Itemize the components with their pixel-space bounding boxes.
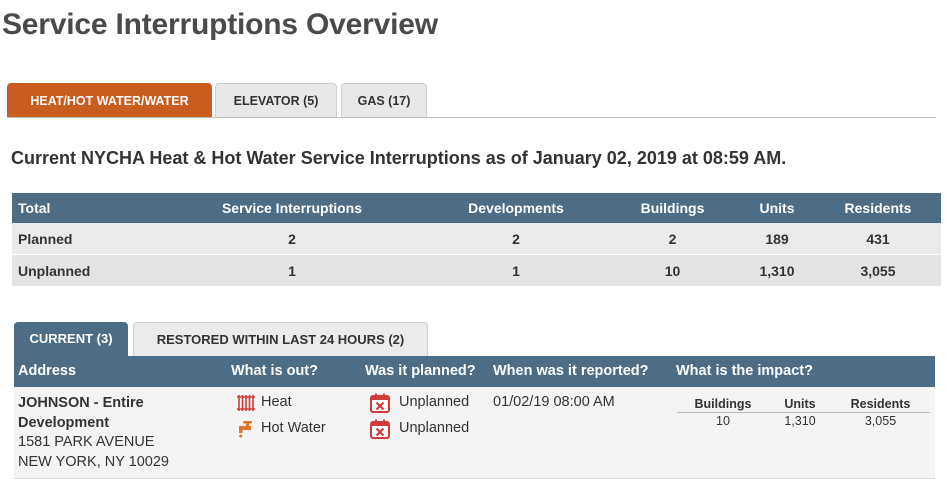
summary-cell: 431 xyxy=(815,223,941,255)
faucet-icon xyxy=(236,420,256,444)
summary-cell: 2 xyxy=(158,223,426,255)
calendar-x-icon xyxy=(370,393,390,420)
planned-label: Unplanned xyxy=(399,420,470,436)
tab-restored-within-24-hours[interactable]: RESTORED WITHIN LAST 24 HOURS (2) xyxy=(133,322,428,356)
summary-cell: 1 xyxy=(158,254,426,286)
summary-row-unplanned: Unplanned 1 1 10 1,310 3,055 xyxy=(12,254,941,286)
status-tabs: CURRENT (3) RESTORED WITHIN LAST 24 HOUR… xyxy=(14,322,941,356)
summary-cell: 10 xyxy=(606,254,739,286)
summary-header-row: Total Service Interruptions Developments… xyxy=(12,193,941,223)
impact-header-row: Buildings Units Residents xyxy=(677,397,930,413)
summary-cell: 2 xyxy=(606,223,739,255)
impact-residents-value: 3,055 xyxy=(864,414,897,428)
summary-header-residents: Residents xyxy=(815,193,941,223)
summary-cell: 1,310 xyxy=(739,254,815,286)
impact-units-value: 1,310 xyxy=(784,414,816,428)
tab-heat-hot-water-water[interactable]: HEAT/HOT WATER/WATER xyxy=(7,83,212,117)
summary-header-total: Total xyxy=(12,193,158,223)
detail-header-what-is-out: What is out? xyxy=(231,363,318,379)
development-name-line: JOHNSON - Entire xyxy=(18,395,144,411)
development-name-line: Development xyxy=(18,415,110,431)
service-type-tabs: HEAT/HOT WATER/WATER ELEVATOR (5) GAS (1… xyxy=(7,83,936,118)
summary-cell: 2 xyxy=(426,223,606,255)
impact-header-residents: Residents xyxy=(850,397,911,411)
summary-cell: 3,055 xyxy=(815,254,941,286)
page-title: Service Interruptions Overview xyxy=(2,8,438,41)
detail-header-when-reported: When was it reported? xyxy=(493,363,649,379)
impact-header-units: Units xyxy=(784,397,816,411)
interruption-row: JOHNSON - Entire Development 1581 PARK A… xyxy=(14,387,935,479)
tab-current[interactable]: CURRENT (3) xyxy=(14,322,128,356)
tab-elevator[interactable]: ELEVATOR (5) xyxy=(215,83,337,117)
summary-cell: Planned xyxy=(12,223,158,255)
summary-header-units: Units xyxy=(739,193,815,223)
outage-label: Heat xyxy=(261,394,292,410)
summary-cell: 189 xyxy=(739,223,815,255)
impact-value-row: 10 1,310 3,055 xyxy=(677,413,930,428)
development-name: JOHNSON - Entire Development xyxy=(18,393,218,433)
summary-table: Total Service Interruptions Developments… xyxy=(12,193,941,286)
summary-header-buildings: Buildings xyxy=(606,193,739,223)
detail-header-was-it-planned: Was it planned? xyxy=(365,363,476,379)
radiator-icon xyxy=(236,394,256,418)
summary-header-service-interruptions: Service Interruptions xyxy=(158,193,426,223)
summary-header-developments: Developments xyxy=(426,193,606,223)
interruptions-subtitle: Current NYCHA Heat & Hot Water Service I… xyxy=(11,148,787,168)
summary-cell: 1 xyxy=(426,254,606,286)
summary-cell: Unplanned xyxy=(12,254,158,286)
impact-table: Buildings Units Residents 10 1,310 3,055 xyxy=(677,397,930,428)
city-state-zip: NEW YORK, NY 10029 xyxy=(18,454,169,470)
calendar-x-icon xyxy=(370,419,390,446)
street-address: 1581 PARK AVENUE xyxy=(18,434,155,450)
detail-header-row: Address What is out? Was it planned? Whe… xyxy=(14,356,935,387)
reported-timestamp: 01/02/19 08:00 AM xyxy=(493,394,615,410)
tab-gas[interactable]: GAS (17) xyxy=(341,83,427,117)
impact-buildings-value: 10 xyxy=(716,414,730,428)
detail-header-address: Address xyxy=(18,363,77,379)
detail-header-impact: What is the impact? xyxy=(676,363,813,379)
summary-row-planned: Planned 2 2 2 189 431 xyxy=(12,223,941,255)
outage-label: Hot Water xyxy=(261,420,326,436)
planned-label: Unplanned xyxy=(399,394,470,410)
impact-header-buildings: Buildings xyxy=(694,397,752,411)
